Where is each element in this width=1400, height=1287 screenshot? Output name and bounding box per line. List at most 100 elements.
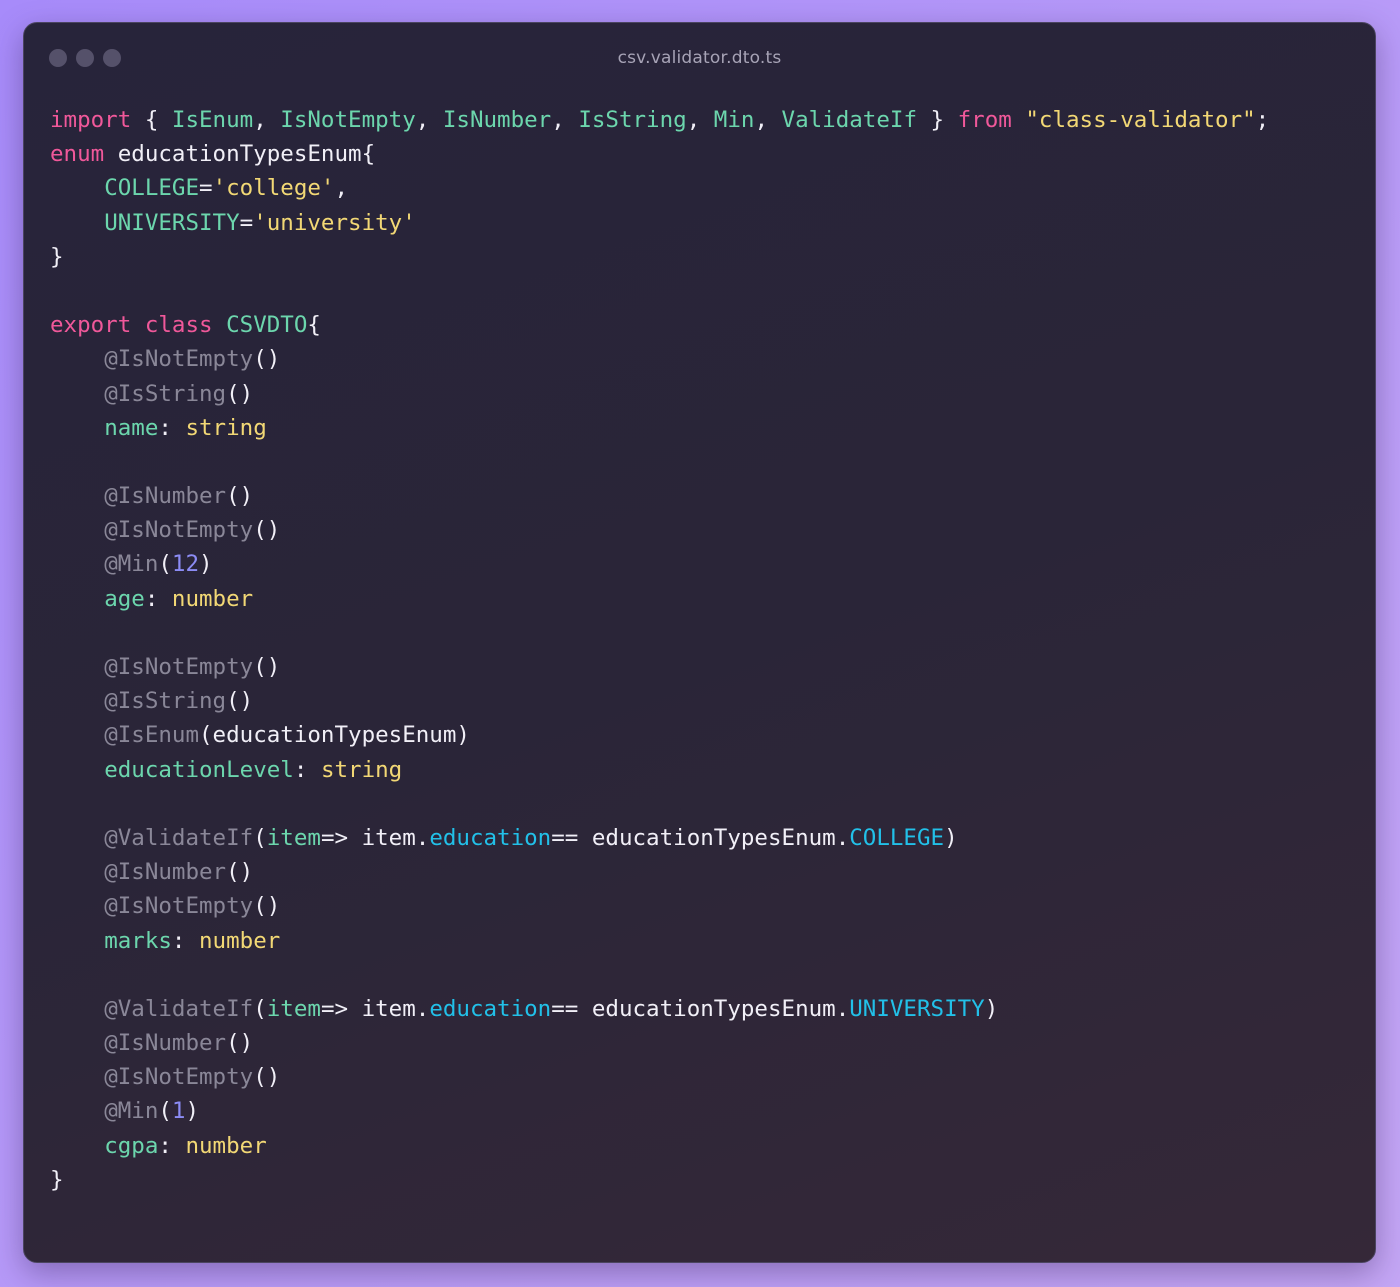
code-token: () bbox=[253, 654, 281, 680]
code-token: number bbox=[185, 1132, 267, 1159]
code-token: @IsNotEmpty bbox=[104, 1064, 254, 1091]
code-token: () bbox=[226, 380, 254, 407]
code-token: , bbox=[551, 107, 579, 133]
code-token: enum bbox=[50, 141, 105, 168]
code-token: == educationTypesEnum. bbox=[551, 824, 850, 851]
code-token: @Min bbox=[104, 1098, 159, 1125]
code-token: ValidateIf bbox=[781, 107, 917, 133]
code-token: IsNotEmpty bbox=[280, 107, 416, 133]
code-token: { bbox=[307, 312, 321, 339]
code-line: } bbox=[50, 1163, 1269, 1197]
code-token: @Min bbox=[104, 551, 159, 578]
code-token: @IsNotEmpty bbox=[104, 346, 254, 373]
code-token: CSVDTO bbox=[226, 312, 308, 339]
file-name-title: csv.validator.dto.ts bbox=[617, 48, 782, 68]
code-token: ) bbox=[944, 824, 958, 851]
code-token: COLLEGE bbox=[104, 175, 200, 202]
code-token: IsNumber bbox=[442, 107, 552, 133]
code-token: @IsNumber bbox=[104, 1030, 227, 1057]
code-line: UNIVERSITY='university' bbox=[50, 206, 1269, 240]
code-token: @IsNotEmpty bbox=[104, 654, 254, 680]
code-token: name bbox=[104, 414, 159, 441]
code-line: name: string bbox=[50, 411, 1269, 445]
code-line: @IsNotEmpty() bbox=[50, 1060, 1269, 1094]
code-token: => item. bbox=[320, 824, 430, 851]
code-line: age: number bbox=[50, 582, 1269, 616]
code-line: @IsNotEmpty() bbox=[50, 342, 1269, 376]
code-token: @IsNumber bbox=[104, 483, 227, 510]
code-token: from bbox=[957, 107, 1012, 133]
code-token: import bbox=[50, 107, 132, 133]
code-token: item bbox=[266, 995, 321, 1022]
code-token: 'college' bbox=[212, 175, 335, 202]
code-token: , bbox=[754, 107, 782, 133]
code-line: @IsNotEmpty() bbox=[50, 513, 1269, 547]
code-token: , bbox=[253, 107, 281, 133]
code-token: () bbox=[253, 517, 281, 544]
code-line: @ValidateIf(item=> item.education== educ… bbox=[50, 992, 1269, 1026]
code-token: 'university' bbox=[253, 209, 416, 236]
code-token: : bbox=[171, 927, 200, 954]
code-token: export bbox=[50, 312, 132, 339]
code-token: @IsString bbox=[104, 688, 227, 715]
code-line: @ValidateIf(item=> item.education== educ… bbox=[50, 821, 1269, 855]
code-line: educationLevel: string bbox=[50, 753, 1269, 787]
code-token: item bbox=[266, 824, 321, 851]
code-token: @ValidateIf bbox=[104, 824, 254, 851]
code-token: (educationTypesEnum) bbox=[199, 722, 470, 749]
code-token: cgpa bbox=[104, 1132, 159, 1159]
code-token: : bbox=[144, 585, 172, 612]
code-line: COLLEGE='college', bbox=[50, 171, 1269, 205]
code-token: ) bbox=[185, 1098, 200, 1125]
code-token: age bbox=[104, 585, 145, 612]
code-token: number bbox=[199, 927, 281, 954]
code-token: 1 bbox=[171, 1098, 186, 1125]
code-line: @IsNotEmpty() bbox=[50, 889, 1269, 923]
code-token: string bbox=[320, 756, 403, 783]
code-token: () bbox=[226, 1030, 254, 1057]
code-token: @ValidateIf bbox=[104, 995, 254, 1022]
code-token: IsString bbox=[578, 107, 687, 133]
code-token: } bbox=[50, 243, 64, 270]
code-token: , bbox=[686, 107, 714, 133]
code-token: () bbox=[226, 859, 254, 886]
code-token: () bbox=[226, 688, 254, 715]
code-token: ; bbox=[1255, 107, 1270, 133]
code-token: marks bbox=[104, 927, 172, 954]
code-line: @IsNotEmpty() bbox=[50, 650, 1269, 684]
code-token: ( bbox=[253, 824, 267, 851]
code-token: = bbox=[199, 175, 213, 202]
code-token: , bbox=[334, 175, 349, 202]
code-token: => item. bbox=[320, 995, 430, 1022]
code-token: @IsEnum bbox=[104, 722, 200, 749]
code-token: UNIVERSITY bbox=[104, 209, 240, 236]
code-line: @IsNumber() bbox=[50, 479, 1269, 513]
code-token: @IsNotEmpty bbox=[104, 893, 254, 920]
code-line: @IsNumber() bbox=[50, 1026, 1269, 1060]
code-token: IsEnum bbox=[171, 107, 254, 133]
code-token: ( bbox=[158, 1098, 172, 1125]
code-token: @IsNotEmpty bbox=[104, 517, 254, 544]
code-token: : bbox=[293, 756, 321, 783]
